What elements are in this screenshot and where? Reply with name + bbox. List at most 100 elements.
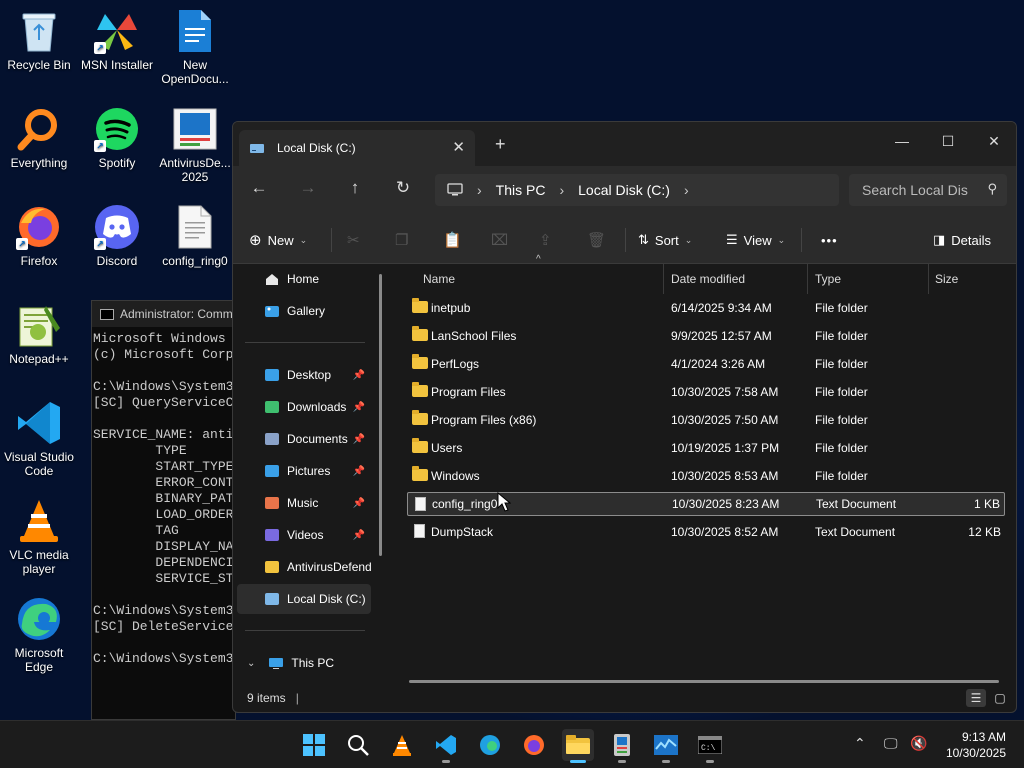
pin-icon[interactable]: 📌: [353, 402, 365, 413]
show-hidden-icons-chevron-up-icon[interactable]: ⌃: [854, 735, 866, 752]
file-row[interactable]: DumpStack 10/30/2025 8:52 AM Text Document…: [407, 520, 1005, 544]
details-view-icon[interactable]: ☰: [966, 689, 986, 707]
discord-icon: ↗: [94, 204, 140, 250]
desktop-icon[interactable]: Notepad++: [0, 302, 78, 366]
taskbar-terminal[interactable]: C:\: [694, 729, 726, 763]
delete-icon[interactable]: 🗑: [587, 228, 606, 252]
taskbar-task-manager[interactable]: [650, 729, 682, 763]
cmd-output[interactable]: Microsoft Windows (c) Microsoft Corp C:\Wi…: [92, 327, 235, 667]
nav-this-pc[interactable]: ⌄ This PC: [237, 648, 371, 678]
minimize-button[interactable]: —: [879, 126, 925, 156]
nav-item-downloads[interactable]: Downloads 📌: [237, 392, 371, 422]
address-bar[interactable]: › This PC › Local Disk (C:) ›: [435, 174, 839, 206]
details-button[interactable]: ◨ Details: [933, 228, 991, 252]
file-row[interactable]: Program Files (x86) 10/30/2025 7:50 AM Fil…: [407, 408, 1005, 432]
breadcrumb-this-pc[interactable]: This PC: [496, 182, 546, 198]
volume-muted-icon[interactable]: 🔇: [910, 735, 927, 752]
start-button[interactable]: [298, 729, 330, 761]
tab-local-disk[interactable]: Local Disk (C:) ✕: [239, 130, 475, 166]
desktop-icon[interactable]: ↗ Spotify: [78, 106, 156, 170]
file-row[interactable]: inetpub 6/14/2025 9:34 AM File folder: [407, 296, 1005, 320]
pin-icon[interactable]: 📌: [353, 498, 365, 509]
desktop-icon[interactable]: ↗ Discord: [78, 204, 156, 268]
close-button[interactable]: ✕: [971, 126, 1016, 156]
file-row[interactable]: LanSchool Files 9/9/2025 12:57 AM File fol…: [407, 324, 1005, 348]
tab-close-icon[interactable]: ✕: [452, 138, 465, 156]
maximize-button[interactable]: ☐: [925, 126, 971, 156]
nav-item-pictures[interactable]: Pictures 📌: [237, 456, 371, 486]
sort-button[interactable]: ⇅ Sort ⌄: [638, 228, 692, 252]
cmd-line: [93, 363, 235, 379]
desktop-icon[interactable]: ↗ MSN Installer: [78, 8, 156, 72]
nav-item-local-disk-c[interactable]: Local Disk (C:): [237, 584, 371, 614]
cmd-titlebar[interactable]: Administrator: Comm: [92, 301, 235, 327]
back-arrow-icon[interactable]: ←: [244, 178, 274, 198]
taskbar-file-explorer[interactable]: [562, 729, 594, 763]
tiles-view-icon[interactable]: ▢: [990, 689, 1010, 707]
nav-scrollbar[interactable]: [379, 274, 382, 556]
taskbar-vlc[interactable]: [386, 729, 418, 761]
desktop-icon[interactable]: AntivirusDe... 2025: [156, 106, 234, 184]
column-divider[interactable]: [807, 264, 808, 294]
monitor-icon: [269, 658, 284, 669]
pin-icon[interactable]: 📌: [353, 466, 365, 477]
nav-item-desktop[interactable]: Desktop 📌: [237, 360, 371, 390]
forward-arrow-icon[interactable]: →: [293, 178, 323, 198]
desktop-icon[interactable]: Visual Studio Code: [0, 400, 78, 478]
cmd-line: TYPE: [93, 443, 187, 458]
desktop-icon[interactable]: config_ring0: [156, 204, 234, 268]
file-explorer-window[interactable]: Local Disk (C:) ✕ + — ☐ ✕ ← → ↑ ↻ › This…: [232, 121, 1017, 713]
desktop-icon[interactable]: Microsoft Edge: [0, 596, 78, 674]
breadcrumb-local-disk[interactable]: Local Disk (C:): [578, 182, 670, 198]
taskbar-search-icon[interactable]: [342, 729, 374, 761]
file-row[interactable]: Program Files 10/30/2025 7:58 AM File fold…: [407, 380, 1005, 404]
taskbar-vscode[interactable]: [430, 729, 462, 763]
network-icon[interactable]: 🖵: [884, 735, 898, 752]
refresh-icon[interactable]: ↻: [388, 178, 418, 198]
taskbar-edge[interactable]: [474, 729, 506, 761]
column-name[interactable]: Name: [417, 264, 455, 294]
column-size[interactable]: Size: [929, 264, 958, 294]
share-icon[interactable]: ⇪: [539, 228, 552, 252]
new-button[interactable]: ⊕ New ⌄: [249, 228, 307, 252]
nav-item-videos[interactable]: Videos 📌: [237, 520, 371, 550]
column-date-modified[interactable]: Date modified: [665, 264, 745, 294]
search-input[interactable]: Search Local Dis ⚲: [849, 174, 1007, 206]
up-arrow-icon[interactable]: ↑: [340, 178, 370, 198]
file-date-modified: 10/30/2025 8:53 AM: [671, 469, 779, 483]
nav-item-music[interactable]: Music 📌: [237, 488, 371, 518]
paste-icon[interactable]: 📋: [443, 228, 462, 252]
column-type[interactable]: Type: [809, 264, 841, 294]
new-tab-button[interactable]: +: [495, 134, 506, 155]
cut-icon[interactable]: ✂: [347, 228, 360, 252]
rename-icon[interactable]: ⌧: [491, 228, 508, 252]
nav-item-documents[interactable]: Documents 📌: [237, 424, 371, 454]
pin-icon[interactable]: 📌: [353, 370, 365, 381]
desktop-icon[interactable]: Everything: [0, 106, 78, 170]
desktop-icon[interactable]: New OpenDocu...: [156, 8, 234, 86]
nav-item-label: Desktop: [287, 368, 332, 382]
file-row[interactable]: Users 10/19/2025 1:37 PM File folder: [407, 436, 1005, 460]
column-divider[interactable]: [663, 264, 664, 294]
system-clock[interactable]: 9:13 AM 10/30/2025: [946, 729, 1006, 761]
desktop-icon[interactable]: Recycle Bin: [0, 8, 78, 72]
desktop-icon[interactable]: ↗ Firefox: [0, 204, 78, 268]
horizontal-scrollbar[interactable]: [409, 680, 999, 683]
taskbar-firefox[interactable]: [518, 729, 550, 761]
nav-gallery[interactable]: Gallery: [237, 296, 371, 326]
pin-icon[interactable]: 📌: [353, 434, 365, 445]
file-row[interactable]: PerfLogs 4/1/2024 3:26 AM File folder: [407, 352, 1005, 376]
chevron-right-icon[interactable]: ›: [684, 182, 689, 198]
nav-home[interactable]: Home: [237, 264, 371, 294]
taskbar-antivirus[interactable]: [606, 729, 638, 763]
nav-item-antivirusdefend[interactable]: AntivirusDefend: [237, 552, 371, 582]
cmd-window[interactable]: Administrator: Comm Microsoft Windows (c)…: [91, 300, 236, 720]
nav-divider: [245, 342, 365, 343]
copy-icon[interactable]: ❐: [395, 228, 408, 252]
desktop-icon[interactable]: VLC media player: [0, 498, 78, 576]
antivirus-app-icon: [614, 734, 630, 756]
view-button[interactable]: ☰ View ⌄: [726, 228, 785, 252]
more-options-button[interactable]: •••: [821, 228, 838, 252]
pin-icon[interactable]: 📌: [353, 530, 365, 541]
file-row[interactable]: Windows 10/30/2025 8:53 AM File folder: [407, 464, 1005, 488]
